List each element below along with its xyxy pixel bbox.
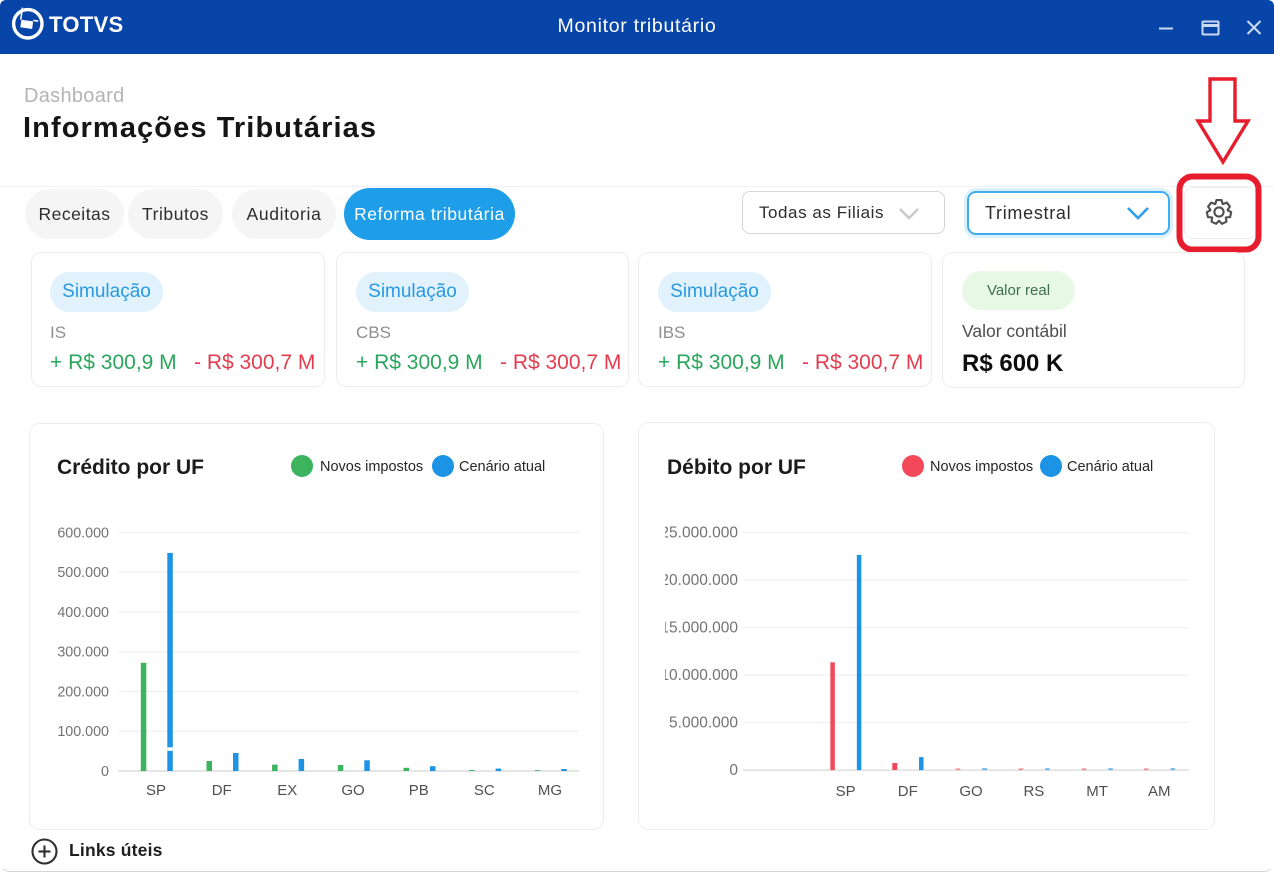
svg-text:5.000.000: 5.000.000 bbox=[669, 715, 738, 732]
svg-text:Cenário atual: Cenário atual bbox=[1067, 459, 1153, 475]
svg-text:Crédito por UF: Crédito por UF bbox=[57, 456, 204, 479]
svg-text:15.000.000: 15.000.000 bbox=[660, 620, 738, 637]
svg-text:PB: PB bbox=[409, 782, 429, 799]
svg-text:SP: SP bbox=[836, 783, 856, 800]
svg-text:10.000.000: 10.000.000 bbox=[660, 667, 738, 684]
svg-text:200.000: 200.000 bbox=[57, 685, 109, 701]
svg-text:600.000: 600.000 bbox=[57, 525, 109, 541]
svg-text:300.000: 300.000 bbox=[57, 645, 109, 661]
svg-text:0: 0 bbox=[729, 762, 738, 779]
svg-text:GO: GO bbox=[959, 783, 982, 800]
svg-text:EX: EX bbox=[277, 782, 297, 799]
svg-text:DF: DF bbox=[212, 782, 232, 799]
svg-text:0: 0 bbox=[101, 764, 109, 780]
svg-text:GO: GO bbox=[341, 782, 364, 799]
svg-text:400.000: 400.000 bbox=[57, 605, 109, 621]
svg-text:25.000.000: 25.000.000 bbox=[660, 525, 738, 542]
svg-text:100.000: 100.000 bbox=[57, 724, 109, 740]
svg-text:SC: SC bbox=[474, 782, 495, 799]
svg-text:Cenário atual: Cenário atual bbox=[459, 459, 545, 475]
svg-text:Débito por UF: Débito por UF bbox=[667, 456, 806, 479]
svg-text:AM: AM bbox=[1148, 783, 1171, 800]
svg-text:500.000: 500.000 bbox=[57, 565, 109, 581]
svg-text:Novos impostos: Novos impostos bbox=[930, 459, 1033, 475]
svg-text:SP: SP bbox=[146, 782, 166, 799]
svg-text:Novos impostos: Novos impostos bbox=[320, 459, 423, 475]
svg-text:MG: MG bbox=[538, 782, 562, 799]
svg-text:DF: DF bbox=[898, 783, 918, 800]
svg-text:20.000.000: 20.000.000 bbox=[660, 572, 738, 589]
svg-text:RS: RS bbox=[1023, 783, 1044, 800]
svg-text:MT: MT bbox=[1086, 783, 1108, 800]
